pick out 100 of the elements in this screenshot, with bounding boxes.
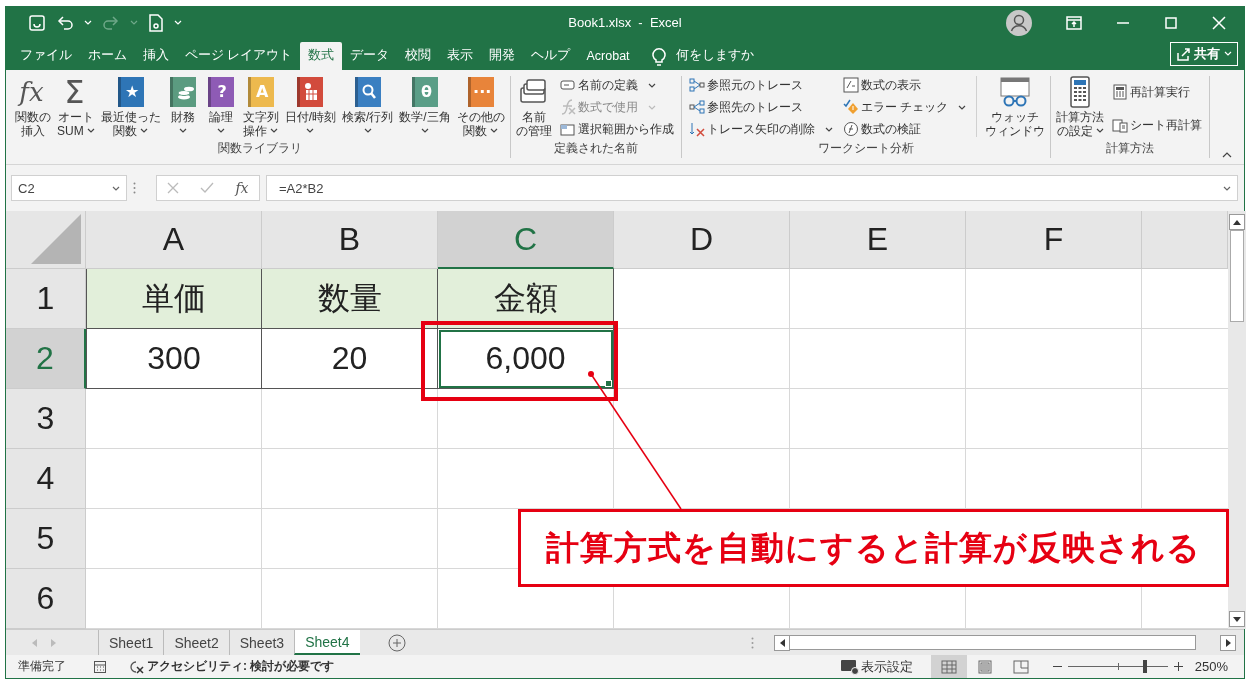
zoom-in-icon[interactable] [1173,662,1183,672]
table-cell[interactable]: 金額 [438,269,614,330]
zoom-level[interactable]: 250% [1194,659,1228,675]
group-label: 関数ライブラリ [216,141,303,157]
zoom-slider[interactable] [1067,660,1168,674]
ribbon-tab[interactable]: 数式 [300,41,343,70]
group-label: 定義された名前 [552,141,639,157]
group-label: ワークシート分析 [816,141,915,157]
ribbon-button[interactable]: 選択範囲から作成 [557,119,676,139]
display-settings-button[interactable]: 表示設定 [840,657,913,676]
ribbon-button[interactable]: ··· その他の 関数 [454,75,507,142]
share-button[interactable]: 共有 [1170,41,1238,66]
row-header[interactable]: 5 [6,509,86,570]
customize-caret-icon [174,20,182,26]
ribbon-button[interactable]: θ 数学/三角 [397,75,453,142]
book-icon: ··· [467,76,494,107]
table-cell[interactable]: 300 [86,329,262,390]
ribbon-button[interactable]: ? 論理 [202,75,239,142]
undo-icon[interactable] [56,13,74,32]
ribbon-button[interactable]: 数式の表示 [840,75,969,95]
ribbon-tab[interactable]: 挿入 [135,41,177,70]
accessibility-icon[interactable] [128,659,144,674]
ribbon-tab[interactable]: 開発 [481,41,524,70]
ribbon-button[interactable]: 参照元のトレース [686,75,835,95]
drag-handle-icon[interactable] [133,182,136,195]
ribbon-button[interactable]: A 文字列 操作 [240,75,281,142]
lightbulb-icon[interactable] [651,45,666,66]
table-cell[interactable]: 6,000 [438,329,614,390]
scroll-down-button[interactable] [1229,611,1245,628]
ribbon-button[interactable]: 名前 の管理 [513,75,554,142]
ribbon-button[interactable]: 数式の検証 [840,119,969,139]
close-icon[interactable] [1212,15,1226,30]
share-icon[interactable] [1176,46,1190,61]
ribbon-button[interactable]: シート再計算 [1110,115,1205,135]
fill-handle[interactable] [605,380,612,388]
ribbon-tab[interactable]: ページ レイアウト [177,41,301,70]
book-icon: A [247,76,274,107]
left-arrow-icon [779,638,785,647]
row-header[interactable]: 2 [6,329,86,390]
row-header[interactable]: 4 [6,449,86,510]
scrollbar-thumb[interactable] [1230,230,1244,323]
ribbon-button[interactable]: 財務 [164,75,201,142]
accessibility-status[interactable]: アクセシビリティ: 検討が必要です [147,658,335,676]
ribbon-tab[interactable]: 表示 [439,41,482,70]
ribbon-tab[interactable]: 校閲 [397,41,440,70]
collapse-ribbon-icon[interactable] [1222,152,1232,159]
ribbon-button[interactable]: 名前の定義 [557,75,676,95]
row-header[interactable]: 1 [6,269,86,330]
warning-icon [842,99,859,116]
table-cell[interactable]: 20 [262,329,438,390]
view-button[interactable] [930,655,967,678]
ribbon-button[interactable]: fx 関数の 挿入 [13,75,53,142]
function-icon [559,99,576,116]
ribbon-tab[interactable]: ホーム [80,41,135,70]
ribbon-button[interactable]: 検索/行列 [340,75,396,142]
ribbon-tab[interactable]: Acrobat [578,41,638,70]
ribbon-button[interactable]: 再計算実行 [1110,82,1205,102]
insert-function-button[interactable]: fx [235,180,249,197]
formula-field[interactable]: =A2*B2 [266,175,1238,202]
maximize-icon[interactable] [1164,15,1178,30]
column-header[interactable]: A [86,211,262,270]
ribbon-button[interactable]: トレース矢印の削除 [686,119,835,139]
ribbon-button[interactable]: 計算方法 の設定 [1054,75,1107,142]
ribbon-display-icon[interactable] [1066,15,1082,30]
column-header[interactable]: C [438,211,614,270]
ribbon-tab[interactable]: ファイル [12,41,80,70]
table-cell[interactable]: 単価 [86,269,262,330]
print-preview-icon[interactable] [148,13,164,32]
add-sheet-icon[interactable] [387,633,406,652]
ribbon-button[interactable]: 参照先のトレース [686,97,835,117]
scroll-up-button[interactable] [1229,214,1245,231]
scroll-left-button[interactable] [774,634,790,651]
ribbon-button[interactable]: Σ オート SUM [55,75,97,142]
row-header[interactable]: 6 [6,569,86,630]
function-icon: fx [18,75,48,108]
scrollbar-thumb[interactable] [790,635,1196,651]
ribbon-button[interactable]: ウォッチ ウィンドウ [983,75,1048,142]
ribbon-tab[interactable]: ヘルプ [523,41,579,70]
row-header[interactable]: 3 [6,389,86,450]
caret-icon [130,20,138,26]
column-header[interactable]: B [262,211,438,270]
table-cell[interactable]: 数量 [262,269,438,330]
scroll-right-button[interactable] [1220,634,1236,651]
column-header[interactable]: E [790,211,966,270]
ribbon-tab[interactable]: データ [342,41,398,70]
slider-thumb[interactable] [1142,660,1147,674]
column-header[interactable]: F [966,211,1142,270]
sheet-tab[interactable]: Sheet4 [294,630,360,656]
glasses-icon [999,75,1032,108]
tell-me-field[interactable]: 何をしますか [675,47,754,65]
ribbon-button[interactable]: エラー チェック [840,97,969,117]
ribbon-button[interactable]: ★ 最近使った 関数 [98,75,163,142]
avatar-icon[interactable] [1006,9,1032,36]
drag-handle-icon[interactable] [751,636,754,649]
caret-icon [112,185,120,191]
name-box[interactable]: C2 [11,175,127,202]
column-header[interactable]: D [614,211,790,270]
save-icon[interactable] [28,13,46,32]
cell-mode-icon[interactable] [94,660,106,673]
ribbon-button[interactable]: 日付/時刻 [282,75,338,142]
